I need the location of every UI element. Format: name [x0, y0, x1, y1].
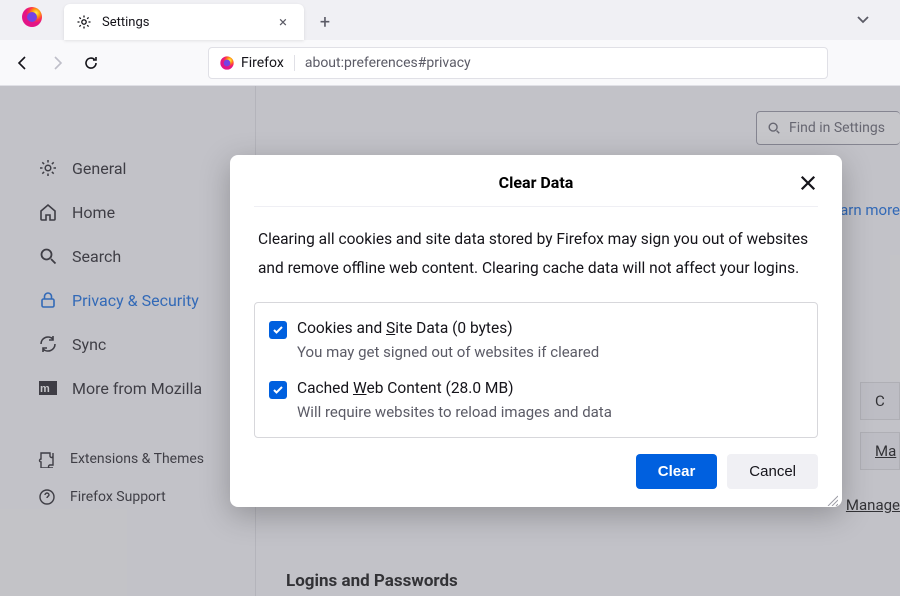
firefox-logo-icon	[20, 5, 44, 29]
dialog-options: Cookies and Site Data (0 bytes) You may …	[254, 302, 818, 438]
url-address: about:preferences#privacy	[305, 55, 471, 71]
url-identity: Firefox	[219, 55, 295, 71]
reload-button[interactable]	[74, 46, 108, 80]
clear-button[interactable]: Clear	[636, 454, 718, 489]
cache-hint: Will require websites to reload images a…	[297, 403, 803, 421]
close-dialog-button[interactable]	[798, 173, 818, 193]
cookies-label: Cookies and Site Data (0 bytes)	[297, 319, 803, 337]
clear-data-dialog: Clear Data Clearing all cookies and site…	[230, 155, 842, 507]
list-all-tabs-button[interactable]	[856, 11, 870, 30]
back-button[interactable]	[6, 46, 40, 80]
dialog-description: Clearing all cookies and site data store…	[254, 207, 818, 302]
checkbox-checked-icon[interactable]	[269, 381, 287, 399]
checkbox-checked-icon[interactable]	[269, 321, 287, 339]
cookies-option[interactable]: Cookies and Site Data (0 bytes) You may …	[269, 319, 803, 361]
new-tab-button[interactable]: +	[310, 7, 340, 37]
cancel-button[interactable]: Cancel	[727, 454, 818, 489]
forward-button[interactable]	[40, 46, 74, 80]
close-tab-button[interactable]: ×	[274, 13, 292, 31]
cache-option[interactable]: Cached Web Content (28.0 MB) Will requir…	[269, 379, 803, 421]
url-identity-label: Firefox	[241, 55, 284, 71]
gear-icon	[76, 14, 92, 30]
tab-title: Settings	[102, 15, 274, 30]
settings-tab[interactable]: Settings ×	[64, 4, 304, 40]
cookies-hint: You may get signed out of websites if cl…	[297, 343, 803, 361]
navigation-toolbar: Firefox about:preferences#privacy	[0, 40, 900, 86]
url-bar[interactable]: Firefox about:preferences#privacy	[208, 47, 828, 79]
cache-label: Cached Web Content (28.0 MB)	[297, 379, 803, 397]
tab-bar: Settings × +	[0, 0, 900, 40]
dialog-title: Clear Data	[499, 173, 574, 192]
resize-handle-icon[interactable]	[826, 491, 838, 503]
